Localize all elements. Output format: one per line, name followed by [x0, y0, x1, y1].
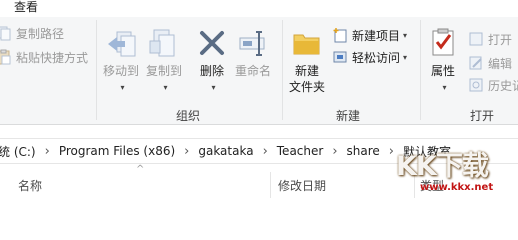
breadcrumb-chevron-icon[interactable]: › — [184, 144, 189, 159]
new-folder-label-line1: 新建 — [294, 64, 319, 78]
watermark-url: www.kkx.net — [420, 182, 494, 193]
easy-access-button[interactable]: 轻松访问 ▾ — [332, 47, 407, 67]
delete-button[interactable]: 删除 ▾ — [194, 27, 230, 93]
delete-icon — [200, 31, 224, 55]
tab-view[interactable]: 查看 — [14, 0, 38, 15]
copy-to-chevron-icon: ▾ — [163, 83, 168, 92]
organize-group-label: 组织 — [176, 109, 201, 123]
sort-ascending-icon: ^ — [136, 164, 145, 175]
paste-shortcut-label: 粘贴快捷方式 — [16, 50, 89, 65]
copy-path-label: 复制路径 — [16, 26, 65, 41]
move-to-chevron-icon: ▾ — [120, 83, 125, 92]
breadcrumb-teacher[interactable]: Teacher — [277, 144, 324, 158]
open-label: 打开 — [488, 32, 513, 47]
easy-access-chevron-icon: ▾ — [403, 52, 408, 62]
rename-icon — [239, 31, 265, 56]
new-item-label: 新建项目 — [352, 28, 401, 43]
new-item-button[interactable]: 新建项目 ▾ — [332, 25, 407, 45]
history-icon — [469, 78, 483, 92]
new-group-label: 新建 — [336, 109, 361, 123]
open-button[interactable]: 打开 — [468, 29, 512, 49]
edit-label: 编辑 — [488, 56, 513, 71]
column-divider[interactable] — [270, 172, 271, 198]
properties-icon — [432, 28, 454, 56]
group-separator — [420, 20, 421, 120]
new-item-icon — [333, 28, 347, 43]
rename-label: 重命名 — [234, 64, 271, 78]
move-to-button[interactable]: 移动到 ▾ — [100, 27, 142, 93]
move-to-icon — [108, 31, 136, 57]
paste-shortcut-button[interactable]: 粘贴快捷方式 — [0, 47, 88, 67]
delete-chevron-icon: ▾ — [211, 83, 216, 92]
easy-access-icon — [333, 51, 347, 63]
breadcrumb-share[interactable]: share — [347, 144, 380, 158]
properties-label: 属性 — [430, 64, 455, 78]
move-to-label: 移动到 — [102, 64, 139, 78]
new-item-chevron-icon: ▾ — [403, 30, 408, 40]
edit-button[interactable]: 编辑 — [468, 53, 512, 73]
column-name[interactable]: 名称 — [18, 177, 42, 194]
properties-chevron-icon: ▾ — [442, 83, 447, 92]
edit-icon — [469, 56, 482, 70]
properties-button[interactable]: 属性 ▾ — [424, 27, 462, 93]
copy-to-label: 复制到 — [145, 64, 182, 78]
easy-access-label: 轻松访问 — [352, 50, 401, 65]
history-button[interactable]: 历史记 — [468, 75, 518, 95]
breadcrumb-chevron-icon[interactable]: › — [263, 144, 268, 159]
column-date-modified[interactable]: 修改日期 — [278, 177, 326, 194]
new-folder-button[interactable]: 新建 文件夹 — [286, 27, 328, 95]
copy-to-button[interactable]: 复制到 ▾ — [143, 27, 185, 93]
open-icon — [469, 32, 483, 46]
ribbon: 复制路径 粘贴快捷方式 移动到 ▾ 复制到 ▾ 删除 ▾ 重命名 组织 新建 文… — [0, 17, 518, 125]
copy-path-icon — [0, 26, 11, 41]
breadcrumb-chevron-icon[interactable]: › — [332, 144, 337, 159]
group-separator — [282, 20, 283, 120]
new-folder-icon — [293, 34, 320, 55]
copy-path-button[interactable]: 复制路径 — [0, 23, 64, 43]
watermark-logo: KK下载 www.kkx.net — [390, 142, 518, 200]
rename-button[interactable]: 重命名 — [232, 27, 274, 79]
paste-shortcut-icon — [0, 49, 11, 65]
breadcrumb-chevron-icon[interactable]: › — [45, 144, 50, 159]
history-label: 历史记 — [488, 78, 518, 93]
delete-label: 删除 — [199, 64, 224, 78]
open-group-label: 打开 — [470, 109, 495, 123]
breadcrumb-program-files[interactable]: Program Files (x86) — [59, 144, 175, 158]
group-separator — [96, 20, 97, 120]
new-folder-label-line2: 文件夹 — [288, 80, 325, 94]
breadcrumb-gakataka[interactable]: gakataka — [198, 144, 253, 158]
ribbon-tabs: 查看 — [0, 0, 518, 17]
watermark-text: KK下载 — [396, 151, 489, 182]
breadcrumb-drive[interactable]: 统 (C:) — [0, 143, 36, 160]
copy-to-icon — [149, 29, 175, 57]
